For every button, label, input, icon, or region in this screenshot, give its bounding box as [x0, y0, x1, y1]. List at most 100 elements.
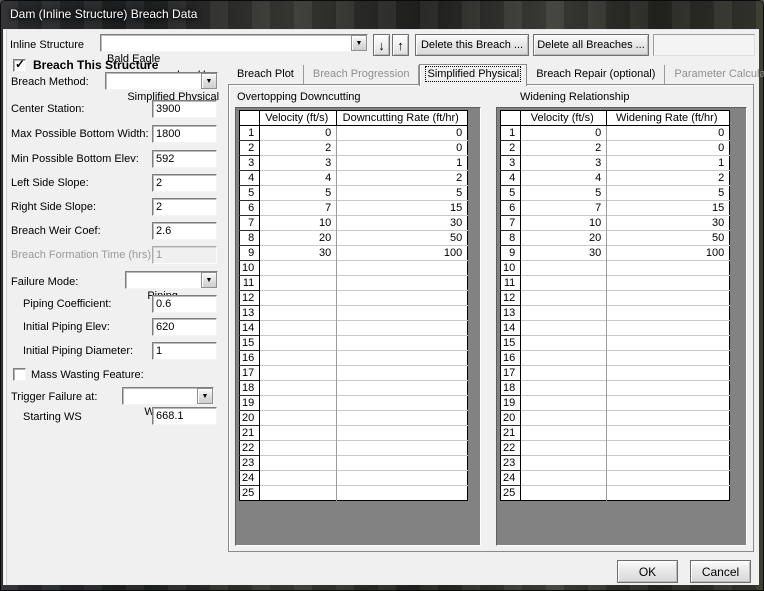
- rate-cell[interactable]: [607, 456, 730, 471]
- rate-cell[interactable]: [337, 411, 468, 426]
- rate-cell[interactable]: 0: [607, 141, 730, 156]
- velocity-cell[interactable]: [521, 276, 607, 291]
- velocity-cell[interactable]: 7: [521, 201, 607, 216]
- rate-cell[interactable]: [337, 441, 468, 456]
- breach-method-combobox[interactable]: Simplified Physical ▼: [105, 72, 218, 90]
- velocity-cell[interactable]: 5: [521, 186, 607, 201]
- rate-cell[interactable]: [337, 396, 468, 411]
- velocity-cell[interactable]: [521, 381, 607, 396]
- velocity-cell[interactable]: [521, 291, 607, 306]
- velocity-cell[interactable]: [521, 351, 607, 366]
- rate-cell[interactable]: [607, 276, 730, 291]
- trigger-failure-combobox[interactable]: WS Elev ▼: [122, 387, 214, 405]
- rate-cell[interactable]: 100: [607, 246, 730, 261]
- breach-weir-coef-input[interactable]: 2.6: [152, 222, 217, 240]
- rate-cell[interactable]: [607, 471, 730, 486]
- rate-cell[interactable]: 1: [607, 156, 730, 171]
- chevron-down-icon[interactable]: ▼: [197, 388, 213, 404]
- velocity-cell[interactable]: [260, 321, 337, 336]
- downcutting-table[interactable]: Velocity (ft/s)Downcutting Rate (ft/hr)1…: [239, 110, 468, 501]
- velocity-cell[interactable]: 7: [260, 201, 337, 216]
- velocity-cell[interactable]: [521, 486, 607, 501]
- velocity-cell[interactable]: 4: [521, 171, 607, 186]
- rate-cell[interactable]: 30: [337, 216, 468, 231]
- tab-breach-repair[interactable]: Breach Repair (optional): [527, 65, 665, 84]
- rate-cell[interactable]: [337, 351, 468, 366]
- velocity-cell[interactable]: 30: [521, 246, 607, 261]
- breach-this-structure-checkbox[interactable]: ✓: [13, 59, 26, 72]
- inline-structure-combobox[interactable]: Bald Eagle Loc Hav 81500 ▼: [100, 34, 368, 52]
- rate-cell[interactable]: [337, 381, 468, 396]
- min-bottom-elev-input[interactable]: 592: [152, 150, 217, 168]
- delete-all-breaches-button[interactable]: Delete all Breaches ...: [533, 34, 649, 56]
- rate-cell[interactable]: [607, 261, 730, 276]
- rate-cell[interactable]: 15: [337, 201, 468, 216]
- velocity-cell[interactable]: [260, 276, 337, 291]
- rate-cell[interactable]: [337, 471, 468, 486]
- rate-cell[interactable]: 5: [607, 186, 730, 201]
- next-structure-button[interactable]: ↑: [392, 34, 409, 56]
- widening-table[interactable]: Velocity (ft/s)Widening Rate (ft/hr)1002…: [500, 110, 730, 501]
- velocity-cell[interactable]: [521, 321, 607, 336]
- velocity-cell[interactable]: [260, 306, 337, 321]
- velocity-cell[interactable]: 20: [521, 231, 607, 246]
- rate-cell[interactable]: [337, 486, 468, 501]
- chevron-down-icon[interactable]: ▼: [201, 272, 217, 288]
- delete-this-breach-button[interactable]: Delete this Breach ...: [415, 34, 529, 56]
- rate-cell[interactable]: [337, 261, 468, 276]
- rate-cell[interactable]: [337, 276, 468, 291]
- velocity-cell[interactable]: 2: [260, 141, 337, 156]
- velocity-cell[interactable]: 10: [260, 216, 337, 231]
- rate-cell[interactable]: [607, 351, 730, 366]
- rate-cell[interactable]: [607, 336, 730, 351]
- velocity-cell[interactable]: [521, 261, 607, 276]
- velocity-cell[interactable]: [521, 471, 607, 486]
- previous-structure-button[interactable]: ↓: [373, 34, 390, 56]
- rate-cell[interactable]: [337, 306, 468, 321]
- ok-button[interactable]: OK: [617, 560, 678, 583]
- rate-cell[interactable]: [607, 306, 730, 321]
- rate-cell[interactable]: 2: [337, 171, 468, 186]
- velocity-cell[interactable]: [260, 411, 337, 426]
- max-bottom-width-input[interactable]: 1800: [152, 125, 217, 143]
- velocity-cell[interactable]: 3: [260, 156, 337, 171]
- failure-mode-combobox[interactable]: Piping ▼: [125, 271, 218, 289]
- cancel-button[interactable]: Cancel: [690, 560, 751, 583]
- rate-cell[interactable]: [607, 426, 730, 441]
- rate-cell[interactable]: [337, 321, 468, 336]
- velocity-cell[interactable]: [260, 261, 337, 276]
- rate-cell[interactable]: 0: [607, 126, 730, 141]
- velocity-cell[interactable]: 10: [521, 216, 607, 231]
- rate-cell[interactable]: [337, 336, 468, 351]
- left-side-slope-input[interactable]: 2: [152, 174, 217, 192]
- velocity-cell[interactable]: [521, 441, 607, 456]
- velocity-cell[interactable]: 4: [260, 171, 337, 186]
- mass-wasting-checkbox[interactable]: [13, 368, 26, 381]
- rate-cell[interactable]: [607, 411, 730, 426]
- rate-cell[interactable]: [337, 291, 468, 306]
- velocity-cell[interactable]: [260, 291, 337, 306]
- rate-cell[interactable]: [607, 366, 730, 381]
- rate-cell[interactable]: [607, 321, 730, 336]
- velocity-cell[interactable]: 30: [260, 246, 337, 261]
- velocity-cell[interactable]: [260, 456, 337, 471]
- rate-cell[interactable]: 5: [337, 186, 468, 201]
- piping-coefficient-input[interactable]: 0.6: [152, 295, 217, 313]
- velocity-cell[interactable]: 0: [521, 126, 607, 141]
- velocity-cell[interactable]: [521, 366, 607, 381]
- right-side-slope-input[interactable]: 2: [152, 198, 217, 216]
- rate-cell[interactable]: [607, 441, 730, 456]
- velocity-cell[interactable]: 5: [260, 186, 337, 201]
- velocity-cell[interactable]: 20: [260, 231, 337, 246]
- velocity-cell[interactable]: 2: [521, 141, 607, 156]
- initial-piping-diameter-input[interactable]: 1: [152, 342, 217, 360]
- starting-ws-input[interactable]: 668.1: [152, 407, 217, 425]
- rate-cell[interactable]: 15: [607, 201, 730, 216]
- initial-piping-elev-input[interactable]: 620: [152, 318, 217, 336]
- rate-cell[interactable]: [607, 291, 730, 306]
- velocity-cell[interactable]: [260, 426, 337, 441]
- velocity-cell[interactable]: [521, 411, 607, 426]
- rate-cell[interactable]: 0: [337, 141, 468, 156]
- velocity-cell[interactable]: 3: [521, 156, 607, 171]
- rate-cell[interactable]: [607, 396, 730, 411]
